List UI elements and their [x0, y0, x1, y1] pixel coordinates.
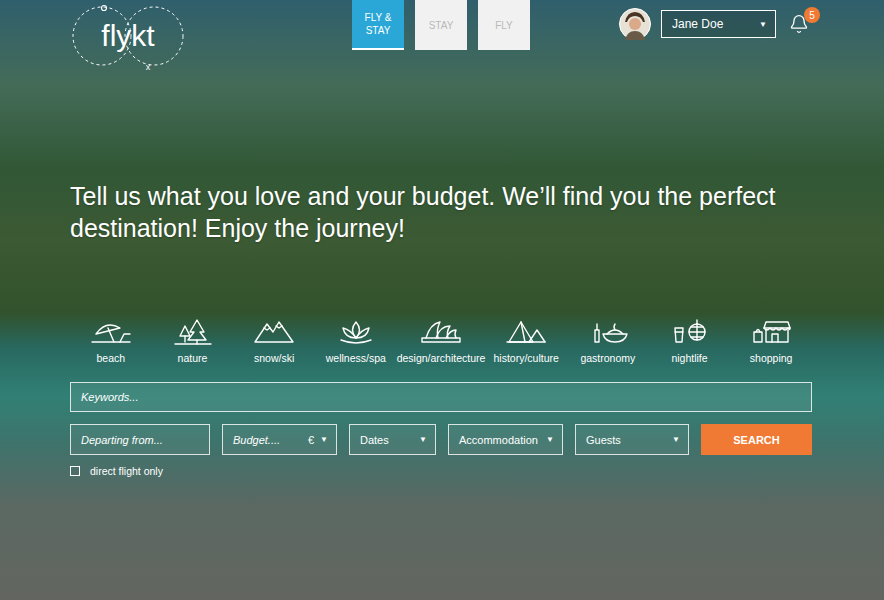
header: flykt x FLY & STAYSTAYFLY Jane Doe▼ 5 [70, 0, 812, 72]
user-avatar-icon[interactable] [619, 8, 651, 40]
category-item[interactable]: snow/ski [233, 316, 315, 364]
category-item[interactable]: gastronomy [567, 316, 649, 364]
pyramids-icon [505, 316, 547, 346]
dropdown-field[interactable]: Budget....€▼ [222, 424, 337, 455]
dropdown-arrow-icon: ▼ [672, 435, 680, 444]
svg-text:x: x [146, 62, 151, 72]
user-area: Jane Doe▼ 5 [619, 0, 812, 40]
filter-row: Departing from... Budget....€▼ Dates▼ Accom… [70, 424, 812, 455]
mode-tab[interactable]: FLY [478, 0, 530, 50]
checkbox-box[interactable] [70, 466, 80, 476]
category-item[interactable]: nature [152, 316, 234, 364]
dropdown-arrow-icon: ▼ [759, 20, 767, 29]
category-item[interactable]: shopping [730, 316, 812, 364]
category-item[interactable]: history/culture [485, 316, 567, 364]
flykt-logo[interactable]: flykt x [70, 0, 188, 72]
dropdown-field[interactable]: Dates▼ [349, 424, 436, 455]
dropdown-arrow-icon: ▼ [546, 435, 554, 444]
disco-ball-icon [669, 316, 711, 346]
category-item[interactable]: nightlife [649, 316, 731, 364]
user-menu[interactable]: Jane Doe▼ [661, 10, 776, 38]
dropdown-arrow-icon: ▼ [320, 435, 328, 444]
text-field[interactable]: Departing from... [70, 424, 210, 455]
notification-badge: 5 [804, 7, 820, 23]
opera-house-icon [420, 316, 462, 346]
category-item[interactable]: beach [70, 316, 152, 364]
headline: Tell us what you love and your budget. W… [70, 180, 812, 244]
direct-flight-checkbox[interactable]: direct flight only [70, 465, 812, 477]
keywords-input[interactable]: Keywords... [70, 382, 812, 412]
page-background: flykt x FLY & STAYSTAYFLY Jane Doe▼ 5 Tell us… [0, 0, 884, 600]
search-button[interactable]: SEARCH [701, 424, 812, 455]
mountain-icon [253, 316, 295, 346]
category-item[interactable]: wellness/spa [315, 316, 397, 364]
mode-tab[interactable]: STAY [415, 0, 467, 50]
mode-tab[interactable]: FLY & STAY [352, 0, 404, 50]
category-item[interactable]: design/architecture [397, 316, 486, 364]
beach-umbrella-icon [90, 316, 132, 346]
mode-tabs: FLY & STAYSTAYFLY [352, 0, 530, 50]
lotus-icon [335, 316, 377, 346]
shop-icon [750, 316, 792, 346]
svg-text:flykt: flykt [101, 19, 155, 52]
category-list: beachnaturesnow/skiwellness/spadesign/ar… [70, 316, 812, 364]
notifications-button[interactable]: 5 [786, 11, 812, 37]
food-bowl-icon [587, 316, 629, 346]
trees-icon [171, 316, 213, 346]
dropdown-field[interactable]: Guests▼ [575, 424, 689, 455]
dropdown-arrow-icon: ▼ [419, 435, 427, 444]
dropdown-field[interactable]: Accommodation▼ [448, 424, 563, 455]
